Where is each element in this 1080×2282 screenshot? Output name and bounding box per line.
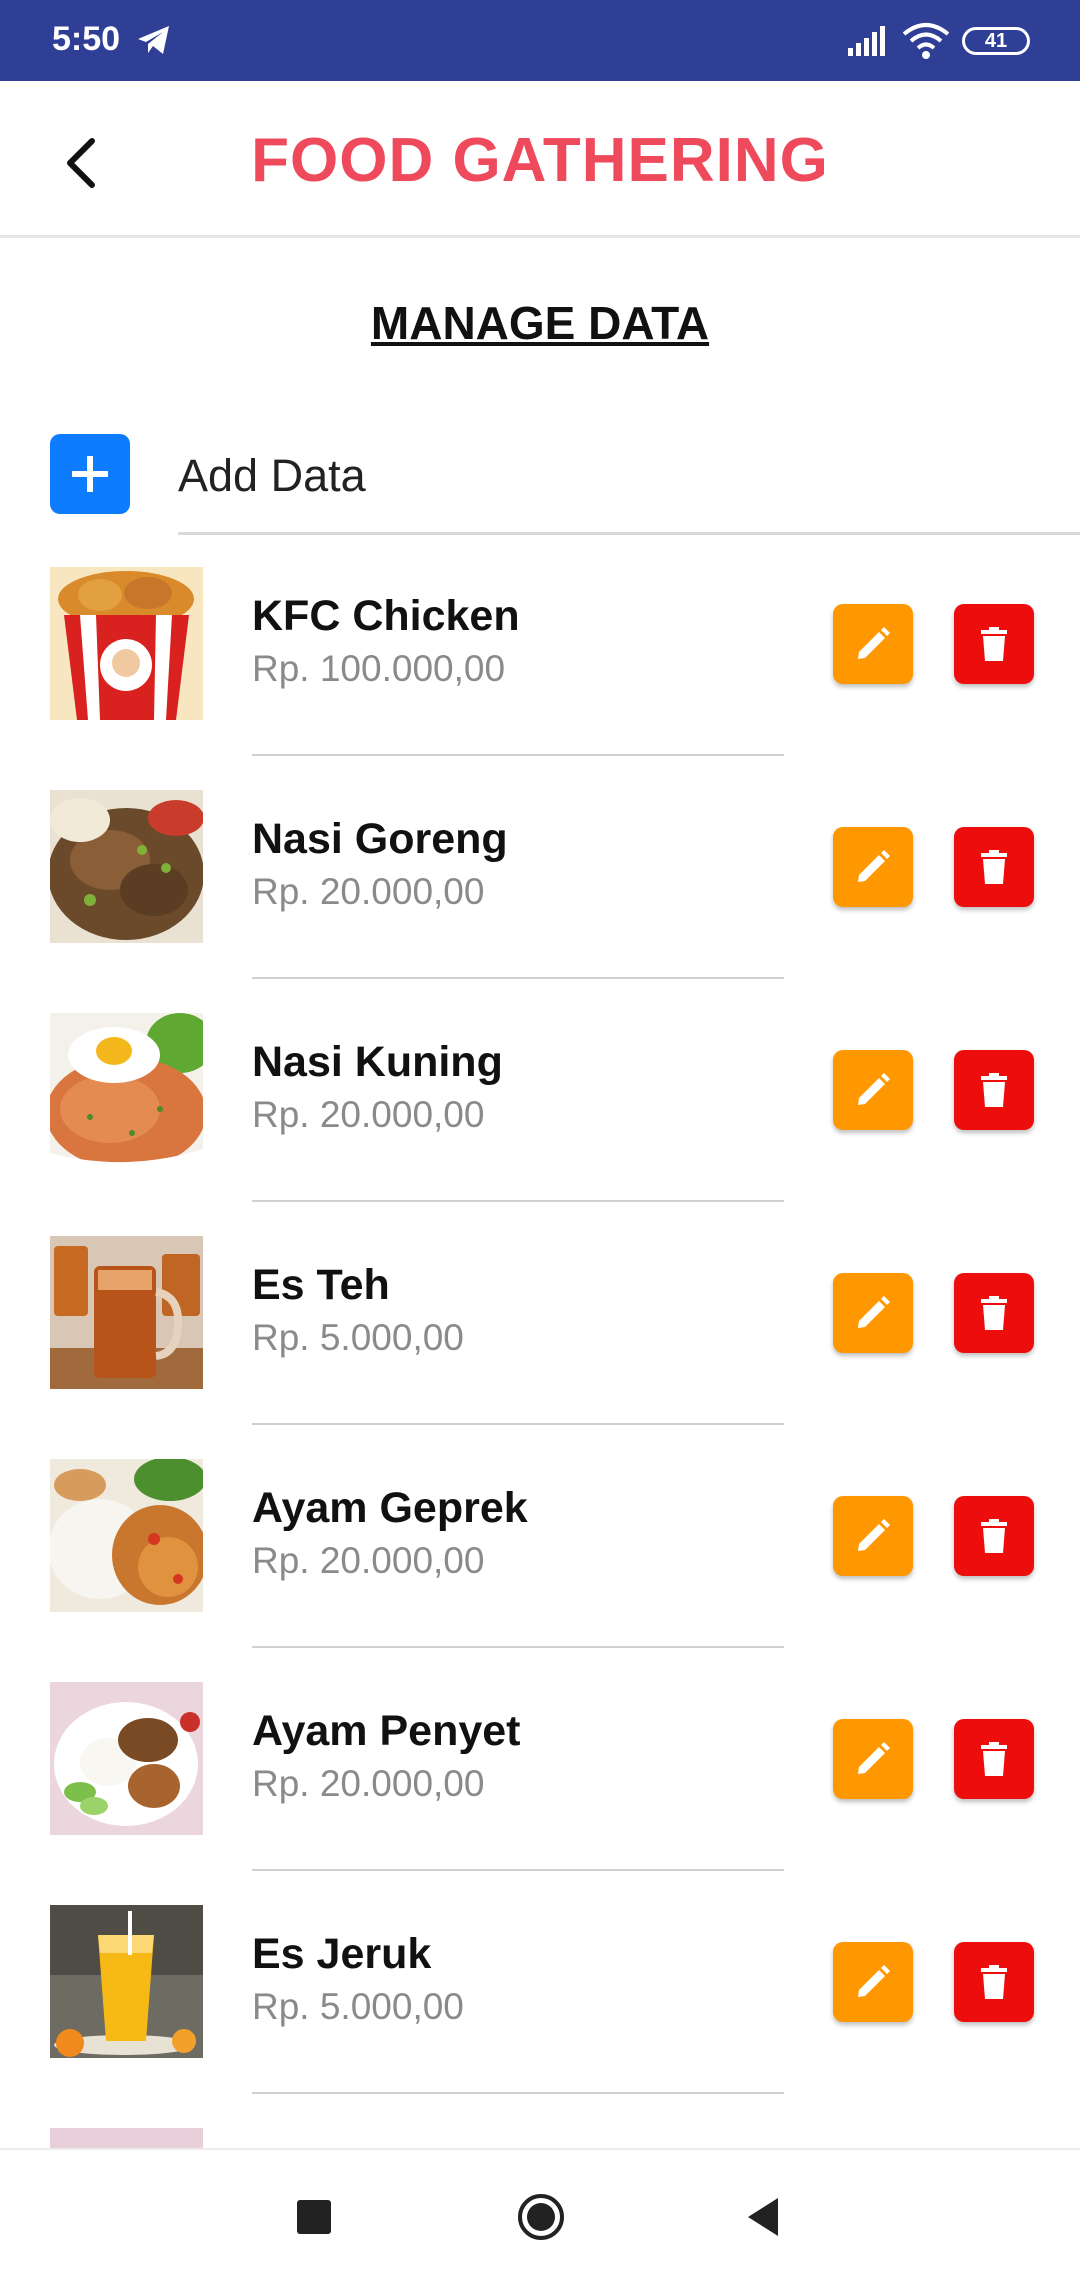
delete-button[interactable] [954,1719,1034,1799]
pencil-icon [858,1296,890,1328]
trash-icon [981,627,1007,661]
food-image-ayam-penyet [50,1682,203,1835]
signal-icon [848,26,885,56]
food-price: Rp. 20.000,00 [252,1094,485,1135]
divider [178,532,1080,535]
add-data-row[interactable]: Add Data [0,432,1080,535]
food-name: Nasi Kuning [252,1038,503,1086]
trash-icon [981,1519,1007,1553]
food-name: Nasi Goreng [252,815,508,863]
edit-button[interactable] [833,1496,913,1576]
delete-button[interactable] [954,1273,1034,1353]
divider [252,1200,784,1202]
pencil-icon [858,627,890,659]
pencil-icon [858,850,890,882]
recents-icon[interactable] [297,2200,331,2234]
food-name: Es Jeruk [252,1930,432,1978]
page-title: MANAGE DATA [370,297,710,349]
delete-button[interactable] [954,827,1034,907]
trash-icon [981,1073,1007,1107]
edit-button[interactable] [833,1719,913,1799]
food-name: Ayam Geprek [252,1484,528,1532]
food-price: Rp. 20.000,00 [252,1763,485,1804]
food-list: KFC Chicken Rp. 100.000,00 Nasi Goreng R… [0,540,1080,2148]
wifi-icon [902,23,950,59]
list-item[interactable]: Nasi Goreng Rp. 20.000,00 [0,763,1080,986]
list-item[interactable]: Es Jeruk Rp. 5.000,00 [0,1878,1080,2101]
list-item[interactable]: KFC Chicken Rp. 100.000,00 [0,540,1080,763]
battery-level: 41 [984,30,1008,52]
food-image-partial [50,2128,203,2148]
food-price: Rp. 5.000,00 [252,1986,464,2027]
delete-button[interactable] [954,1942,1034,2022]
list-item[interactable]: Nasi Kuning Rp. 20.000,00 [0,986,1080,1209]
food-price: Rp. 20.000,00 [252,1540,485,1581]
food-image-es-jeruk [50,1905,203,2058]
trash-icon [981,1965,1007,1999]
food-name: KFC Chicken [252,592,520,640]
system-nav-bar [0,2148,1080,2282]
pencil-icon [858,1073,890,1105]
plus-icon [72,456,108,492]
list-item[interactable]: Ayam Geprek Rp. 20.000,00 [0,1432,1080,1655]
divider [252,1423,784,1425]
edit-button[interactable] [833,1942,913,2022]
food-price: Rp. 5.000,00 [252,1317,464,1358]
edit-button[interactable] [833,604,913,684]
trash-icon [981,850,1007,884]
divider [252,1646,784,1648]
divider [252,1869,784,1871]
divider [252,977,784,979]
telegram-icon [138,26,169,54]
food-price: Rp. 20.000,00 [252,871,485,912]
app-title: FOOD GATHERING [251,126,829,195]
home-icon[interactable] [516,2192,566,2242]
status-time: 5:50 [52,20,121,58]
trash-icon [981,1296,1007,1330]
status-bar: 5:50 41 [0,0,1080,81]
food-image-es-teh [50,1236,203,1389]
list-item-partial[interactable] [0,2101,1080,2148]
food-image-nasi-kuning [50,1013,203,1166]
list-item[interactable]: Ayam Penyet Rp. 20.000,00 [0,1655,1080,1878]
add-data-label[interactable]: Add Data [178,450,366,502]
divider [252,754,784,756]
food-image-ayam-geprek [50,1459,203,1612]
delete-button[interactable] [954,1496,1034,1576]
edit-button[interactable] [833,827,913,907]
delete-button[interactable] [954,604,1034,684]
divider [252,2092,784,2094]
list-item[interactable]: Es Teh Rp. 5.000,00 [0,1209,1080,1432]
food-name: Ayam Penyet [252,1707,521,1755]
food-image-nasi-goreng [50,790,203,943]
pencil-icon [858,1742,890,1774]
back-triangle-icon[interactable] [744,2196,782,2238]
edit-button[interactable] [833,1050,913,1130]
app-bar: FOOD GATHERING [0,81,1080,238]
pencil-icon [858,1519,890,1551]
trash-icon [981,1742,1007,1776]
food-name: Es Teh [252,1261,390,1309]
food-price: Rp. 100.000,00 [252,648,506,689]
pencil-icon [858,1965,890,1997]
delete-button[interactable] [954,1050,1034,1130]
edit-button[interactable] [833,1273,913,1353]
battery-icon: 41 [962,27,1030,55]
food-image-kfc-chicken [50,567,203,720]
add-data-button[interactable] [50,434,130,514]
